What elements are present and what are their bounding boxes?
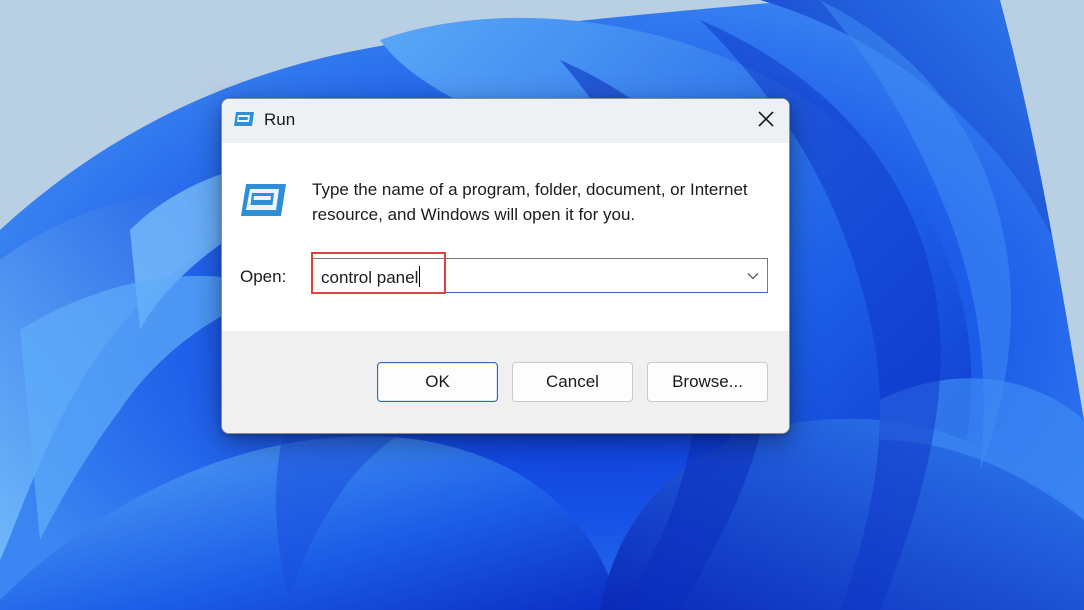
browse-button[interactable]: Browse...: [647, 362, 768, 402]
run-icon: [233, 111, 255, 127]
highlight-annotation: [311, 252, 446, 294]
run-dialog: Run Type the name of a program, folder, …: [221, 98, 790, 434]
dialog-content: Type the name of a program, folder, docu…: [222, 143, 789, 331]
ok-button[interactable]: OK: [377, 362, 498, 402]
cancel-button[interactable]: Cancel: [512, 362, 633, 402]
dialog-description: Type the name of a program, folder, docu…: [312, 180, 748, 224]
close-button[interactable]: [743, 99, 789, 143]
dropdown-button[interactable]: [739, 259, 767, 292]
close-icon: [758, 110, 774, 132]
open-label: Open:: [240, 267, 287, 286]
window-title: Run: [264, 110, 296, 129]
chevron-down-icon: [747, 267, 759, 285]
run-icon: [239, 183, 287, 217]
dialog-footer: OK Cancel Browse...: [222, 331, 789, 433]
title-bar[interactable]: Run: [222, 99, 789, 143]
